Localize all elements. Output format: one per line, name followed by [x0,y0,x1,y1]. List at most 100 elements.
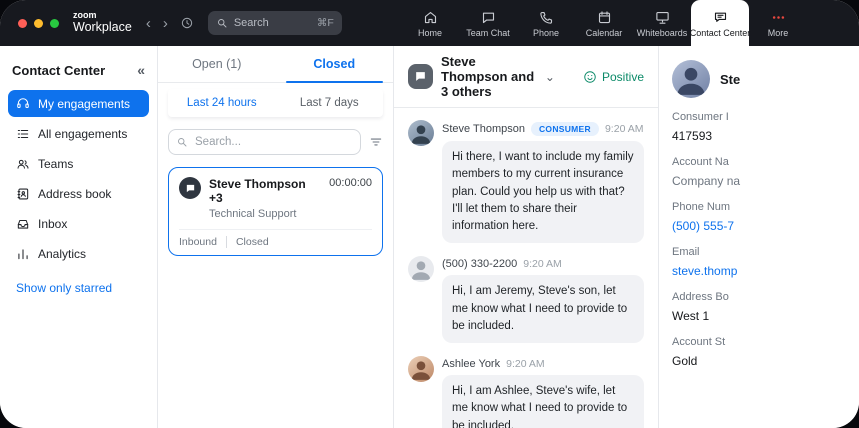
global-search-button[interactable]: Search ⌘F [207,11,342,35]
tab-more-label: More [767,28,789,38]
phone-link[interactable]: (500) 555-7 [672,219,859,233]
chevron-down-icon[interactable]: ⌄ [545,70,555,84]
consumer-info-panel: Ste Consumer I 417593 Account Na Company… [659,46,859,428]
field-value: 417593 [672,129,713,143]
phone-icon [539,11,552,24]
engagement-search-box [168,129,361,155]
sender-name: Steve Thompson [442,123,525,135]
sidebar-item-label: Inbox [38,216,68,231]
search-icon [178,138,187,147]
main-content: Contact Center « My engagements All enga… [0,46,859,428]
tab-whiteboards[interactable]: Whiteboards [633,0,691,46]
field-address-book: Address Bo West 1 [672,291,859,323]
email-link[interactable]: steve.thomp [672,264,859,278]
more-icon [772,16,784,19]
consumer-name: Ste [720,71,741,87]
analytics-icon [18,248,28,259]
field-email: Email steve.thomp [672,246,859,278]
sidebar-item-label: Address book [38,186,112,201]
sentiment-badge: Positive [583,70,644,84]
sidebar-item-all-engagements[interactable]: All engagements [8,120,149,147]
sender-name: (500) 330-2200 [442,258,518,271]
tab-home[interactable]: Home [401,0,459,46]
consumer-badge: CONSUMER [530,122,599,136]
avatar-consumer-profile [672,60,710,98]
filter-last-7-days[interactable]: Last 7 days [276,89,384,117]
show-only-starred-link[interactable]: Show only starred [8,273,149,303]
list-icon [17,129,29,138]
home-icon [424,11,436,24]
tab-open[interactable]: Open (1) [158,46,276,82]
field-account-name: Account Na Company na [672,156,859,188]
avatar-generic-person [408,256,434,283]
sidebar-item-address-book[interactable]: Address book [8,180,149,207]
field-label: Consumer I [672,111,729,123]
tab-contact-center[interactable]: Contact Center [689,0,751,46]
engagement-list-panel: Open (1) Closed Last 24 hours Last 7 day… [158,46,394,428]
forward-icon[interactable]: › [163,16,168,31]
message-ashlee-york: Ashlee York 9:20 AM Hi, I am Ashlee, Ste… [408,356,644,428]
engagement-tabs: Open (1) Closed [158,46,393,83]
filter-icon[interactable] [369,135,383,149]
tab-more[interactable]: More [749,0,807,46]
field-label: Address Bo [672,291,729,303]
logo-workplace-text: Workplace [73,20,132,35]
tab-home-label: Home [417,28,442,38]
engagement-queue: Technical Support [209,208,297,220]
tab-contact-center-label: Contact Center [689,28,751,38]
sidebar-item-analytics[interactable]: Analytics [8,240,149,267]
field-value: West 1 [672,309,710,323]
topbar: zoom Workplace ‹ › Search ⌘F Home Team C… [0,0,859,46]
engagement-search-row [168,129,383,155]
sidebar-item-label: Teams [38,156,74,171]
field-phone-number: Phone Num (500) 555-7 [672,201,859,233]
message-jeremy: (500) 330-2200 9:20 AM Hi, I am Jeremy, … [408,256,644,343]
engagement-search-input[interactable] [193,135,353,149]
minimize-window-button[interactable] [34,18,43,28]
engagement-title: Steve Thompson +3 [209,177,306,205]
sender-name: Ashlee York [442,358,501,370]
sidebar-item-my-engagements[interactable]: My engagements [8,90,149,117]
zoom-workplace-window: zoom Workplace ‹ › Search ⌘F Home Team C… [0,0,859,428]
smiley-icon [584,70,596,83]
filter-last-24-hours[interactable]: Last 24 hours [168,89,276,117]
field-label: Account St [672,336,726,348]
sidebar-item-inbox[interactable]: Inbox [8,210,149,237]
sidebar-item-teams[interactable]: Teams [8,150,149,177]
tab-team-chat[interactable]: Team Chat [459,0,517,46]
search-shortcut: ⌘F [316,17,334,29]
field-label: Email [672,246,700,258]
sidebar-title: Contact Center [12,62,106,78]
tab-calendar[interactable]: Calendar [575,0,633,46]
close-window-button[interactable] [18,18,27,28]
tab-whiteboards-label: Whiteboards [636,28,688,38]
team-chat-icon [482,12,494,24]
tab-calendar-label: Calendar [585,28,623,38]
field-value: Gold [672,354,698,368]
quick-filters: Last 24 hours Last 7 days [168,89,383,117]
chat-header: Steve Thompson and 3 others ⌄ Positive [394,46,658,108]
tag-closed: Closed [225,236,269,248]
address-book-icon [17,188,29,199]
history-icon[interactable] [180,16,194,30]
zoom-window-button[interactable] [50,18,59,28]
tab-phone[interactable]: Phone [517,0,575,46]
contact-center-sidebar: Contact Center « My engagements All enga… [0,46,158,428]
search-icon [217,19,227,28]
message-bubble: Hi there, I want to include my family me… [442,141,644,244]
message-time: 9:20 AM [604,123,644,135]
back-icon[interactable]: ‹ [146,16,151,31]
collapse-sidebar-icon[interactable]: « [137,62,145,78]
avatar-steve-thompson [408,120,434,146]
zoom-workplace-logo: zoom Workplace [73,0,132,46]
message-bubble: Hi, I am Jeremy, Steve's son, let me kno… [442,275,644,343]
main-nav-tabs: Home Team Chat Phone Calendar Whiteboard… [401,0,807,46]
engagement-timer: 00:00:00 [329,177,372,189]
tab-closed[interactable]: Closed [276,46,394,83]
history-navigation: ‹ › [146,0,194,46]
engagement-card-steve-thompson[interactable]: Steve Thompson +3 Technical Support 00:0… [168,167,383,256]
field-value: Company na [672,174,741,188]
avatar-ashlee-york [408,356,434,382]
inbox-icon [17,219,29,229]
